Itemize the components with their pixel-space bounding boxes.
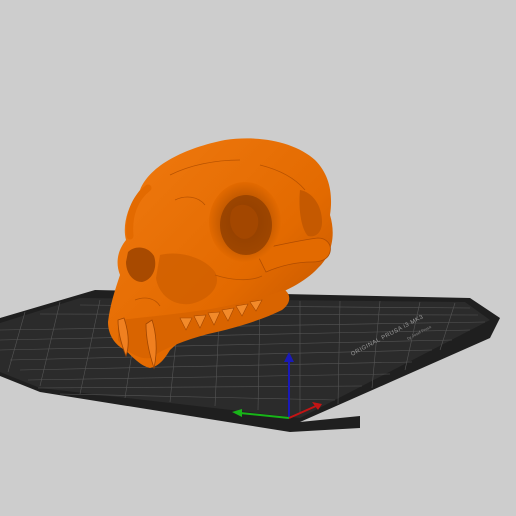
scene-canvas[interactable]: ORIGINAL PRUSA i3 MK3 by Josef Prusa xyxy=(0,0,516,516)
3d-viewport[interactable]: ORIGINAL PRUSA i3 MK3 by Josef Prusa xyxy=(0,0,516,516)
